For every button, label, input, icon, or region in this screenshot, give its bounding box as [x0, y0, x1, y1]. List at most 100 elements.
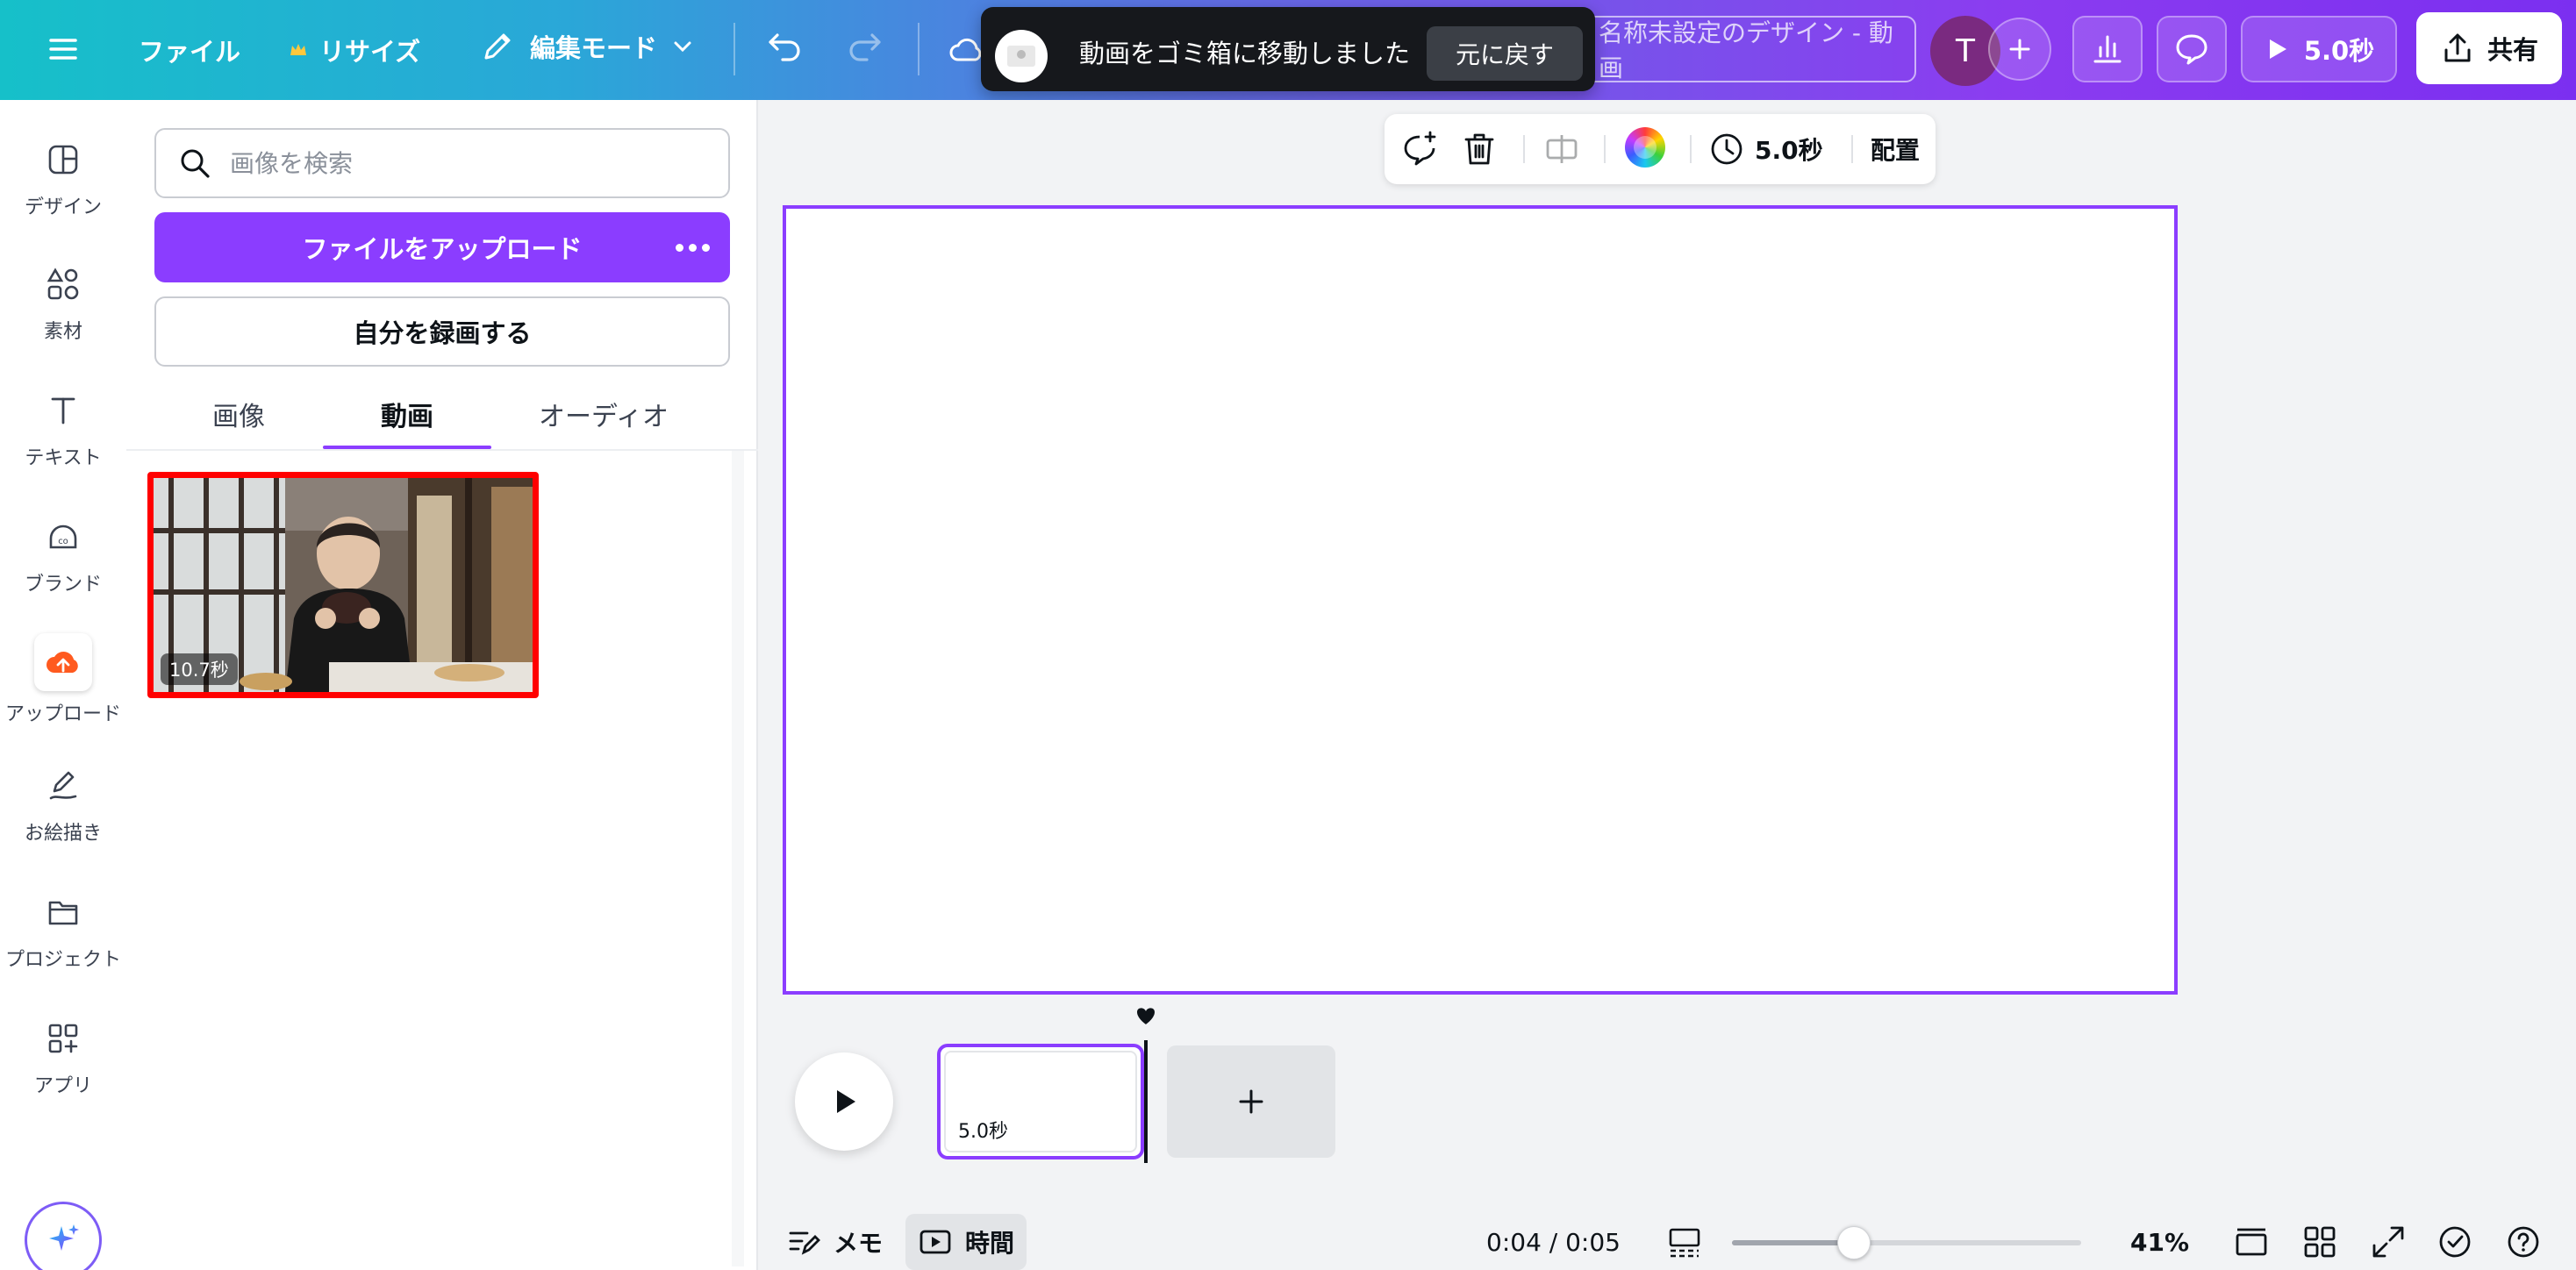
insights-button[interactable]	[2072, 16, 2143, 82]
notes-button[interactable]: メモ	[786, 1214, 883, 1270]
notes-icon	[789, 1231, 820, 1255]
expand-icon	[2372, 1226, 2404, 1258]
present-duration: 5.0秒	[2303, 36, 2375, 66]
plus-icon	[2009, 39, 2030, 60]
notes-label: メモ	[834, 1229, 884, 1258]
zoom-level[interactable]: 41%	[2130, 1214, 2189, 1270]
upload-files-button[interactable]: ファイルをアップロード	[154, 212, 730, 282]
uploaded-video-thumbnail[interactable]: 10.7秒	[147, 472, 539, 698]
background-color-button[interactable]	[1625, 127, 1665, 168]
play-icon	[2269, 39, 2286, 59]
rail-item-label: デザイン	[24, 196, 102, 218]
edit-mode-dropdown[interactable]: 編集モード	[479, 28, 694, 65]
fullscreen-button[interactable]	[2369, 1214, 2408, 1270]
draw-icon	[49, 771, 77, 800]
design-title-field[interactable]: 名称未設定のデザイン - 動画	[1562, 16, 1916, 82]
video-duration-badge: 10.7秒	[161, 653, 238, 685]
video-thumbnail-icon	[1007, 46, 1035, 67]
toast-thumbnail	[995, 30, 1048, 82]
time-label: 時間	[964, 1229, 1014, 1258]
left-rail: デザイン 素材 テキスト co ブランド アップロード お絵描き プロジェクト …	[0, 100, 126, 1270]
edit-mode-label: 編集モード	[530, 33, 658, 63]
arrange-button[interactable]: 配置	[1871, 130, 1920, 168]
pages-view-button[interactable]	[2232, 1214, 2271, 1270]
timecode: 0:04 / 0:05	[1486, 1227, 1621, 1257]
undo-button[interactable]	[765, 30, 804, 68]
page-context-toolbar: 5.0秒 配置	[1385, 114, 1936, 184]
rail-item-uploads[interactable]: アップロード	[0, 633, 126, 738]
rail-item-projects[interactable]: プロジェクト	[0, 888, 126, 993]
playhead[interactable]	[1144, 1040, 1148, 1163]
share-button[interactable]: 共有	[2416, 12, 2562, 84]
layout-icon	[48, 145, 78, 175]
add-page-button[interactable]	[1167, 1045, 1335, 1158]
toast-undo-button[interactable]: 元に戻す	[1427, 26, 1583, 81]
resize-label: リサイズ	[319, 37, 421, 67]
plus-icon	[1239, 1089, 1263, 1114]
rail-item-label: プロジェクト	[4, 949, 121, 971]
timeline-toggle-button[interactable]: 時間	[905, 1214, 1027, 1270]
rail-item-brand[interactable]: co ブランド	[0, 512, 126, 617]
trash-icon	[1464, 133, 1494, 165]
check-status-button[interactable]	[2436, 1214, 2474, 1270]
add-comment-button[interactable]	[1400, 130, 1441, 168]
page-duration-button[interactable]: 5.0秒	[1709, 130, 1823, 168]
svg-text:co: co	[58, 537, 68, 546]
active-tab-indicator	[323, 446, 491, 449]
rail-item-label: テキスト	[25, 447, 102, 469]
search-input[interactable]	[230, 148, 704, 178]
avatar-initial: T	[1956, 32, 1975, 69]
record-yourself-button[interactable]: 自分を録画する	[154, 296, 730, 367]
pencil-icon	[484, 33, 511, 60]
rail-item-draw[interactable]: お絵描き	[0, 761, 126, 867]
rail-item-text[interactable]: テキスト	[0, 386, 126, 491]
page-duration-label: 5.0秒	[1755, 136, 1823, 165]
trash-toast: 動画をゴミ箱に移動しました 元に戻す	[981, 7, 1595, 91]
redo-button[interactable]	[846, 30, 884, 68]
search-box[interactable]	[154, 128, 730, 198]
clip-duration-label: 5.0秒	[958, 1121, 1008, 1143]
rail-item-elements[interactable]: 素材	[0, 260, 126, 365]
brand-icon: co	[49, 524, 77, 549]
file-menu-button[interactable]: ファイル	[139, 32, 240, 68]
panel-scrollbar[interactable]	[732, 451, 744, 1266]
clock-icon	[1711, 133, 1742, 165]
apps-icon	[48, 1024, 78, 1053]
design-title-text: 名称未設定のデザイン - 動画	[1599, 18, 1893, 82]
more-options-icon[interactable]	[676, 235, 711, 260]
grid-view-button[interactable]	[2301, 1214, 2339, 1270]
add-collaborator-button[interactable]	[1988, 18, 2051, 81]
zoom-slider-thumb[interactable]	[1837, 1226, 1871, 1259]
present-button[interactable]: 5.0秒	[2241, 16, 2397, 82]
toast-message: 動画をゴミ箱に移動しました	[1079, 39, 1411, 68]
comments-button[interactable]	[2157, 16, 2227, 82]
rail-item-apps[interactable]: アプリ	[0, 1014, 126, 1119]
menu-button[interactable]	[46, 32, 81, 67]
page-layout-button[interactable]	[1665, 1214, 1704, 1270]
pages-icon	[2236, 1228, 2267, 1256]
rail-item-label: ブランド	[24, 574, 102, 596]
help-button[interactable]	[2504, 1214, 2543, 1270]
playhead-handle-icon[interactable]	[1135, 1007, 1156, 1028]
split-page-button[interactable]	[1542, 130, 1581, 168]
delete-page-button[interactable]	[1460, 130, 1499, 168]
share-upload-icon	[2444, 33, 2471, 62]
magic-assistant-button[interactable]	[25, 1202, 102, 1270]
video-timeline-icon	[919, 1230, 951, 1254]
resize-button[interactable]: リサイズ	[288, 32, 420, 68]
tab-audio[interactable]: オーディオ	[491, 381, 716, 447]
timeline-play-button[interactable]	[795, 1052, 893, 1151]
tab-videos[interactable]: 動画	[323, 381, 491, 447]
timeline-page-clip[interactable]: 5.0秒	[937, 1044, 1144, 1159]
crown-icon	[290, 44, 306, 55]
toolbar-divider	[1523, 135, 1525, 163]
tab-images[interactable]: 画像	[154, 381, 323, 447]
share-label: 共有	[2487, 35, 2538, 65]
rail-item-label: アップロード	[4, 703, 121, 725]
zoom-slider[interactable]	[1732, 1226, 2081, 1259]
hamburger-menu-icon	[49, 39, 77, 60]
design-canvas[interactable]	[783, 205, 2178, 995]
rail-item-design[interactable]: デザイン	[0, 135, 126, 240]
upload-cloud-icon	[47, 652, 78, 673]
header-divider	[918, 23, 919, 75]
